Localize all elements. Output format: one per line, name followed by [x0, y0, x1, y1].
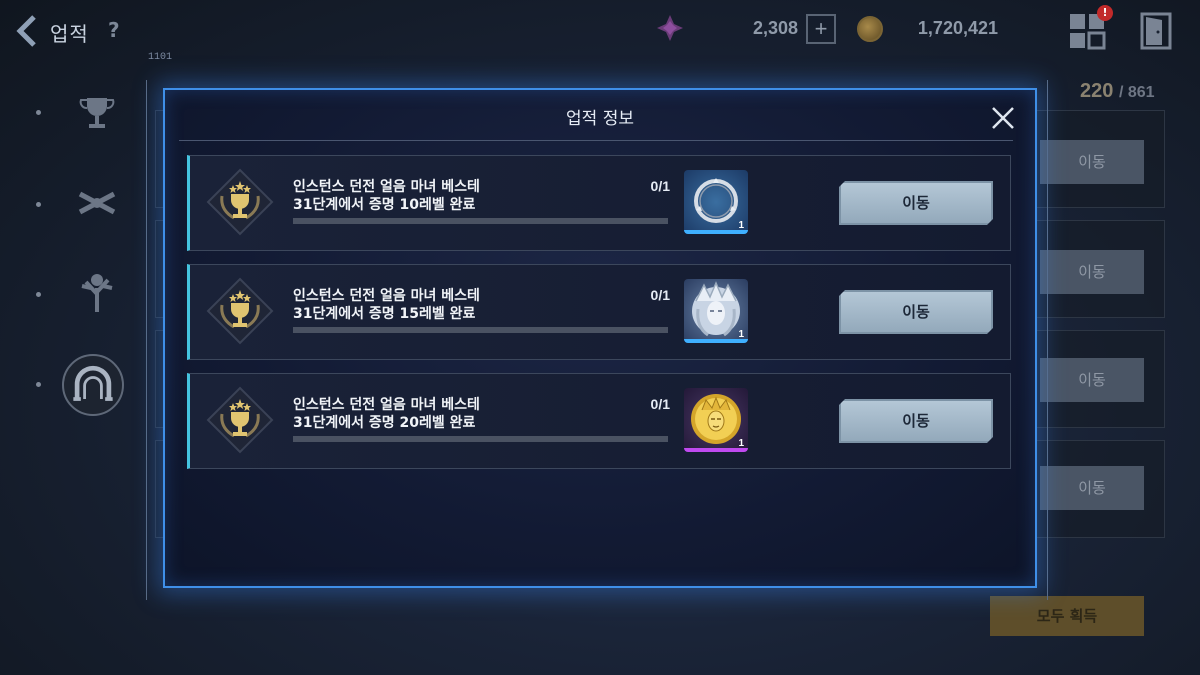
achievement-condition-line: 31단계에서 증명 20레벨 완료: [293, 415, 476, 431]
close-button[interactable]: [989, 104, 1017, 132]
achievement-condition-line: 31단계에서 증명 10레벨 완료: [293, 197, 476, 213]
add-gem-button[interactable]: +: [806, 14, 836, 44]
bg-move-button[interactable]: 이동: [1040, 466, 1144, 510]
top-bar: 업적 ? 2,308 + 1,720,421 !: [0, 0, 1200, 62]
diamond-gem-icon: [656, 14, 684, 42]
tab-tree[interactable]: [74, 270, 120, 316]
achievement-info-modal: 업적 정보 인스턴스 던전 얼음 마녀 베스테 31단계에서 증명 10레벨 완…: [163, 88, 1037, 588]
door-exit-icon: [1140, 12, 1172, 50]
achievement-title-line: 인스턴스 던전 얼음 마녀 베스테: [293, 179, 480, 195]
move-button[interactable]: 이동: [839, 181, 993, 225]
chevron-left-icon: [16, 15, 36, 47]
bg-move-button[interactable]: 이동: [1040, 250, 1144, 294]
achievement-description: 인스턴스 던전 얼음 마녀 베스테 31단계에서 증명 20레벨 완료: [293, 396, 480, 432]
achievement-title-line: 인스턴스 던전 얼음 마녀 베스테: [293, 397, 480, 413]
reward-quantity: 1: [738, 438, 744, 449]
tab-dot: [36, 292, 41, 297]
trophy-emblem-icon: [206, 386, 274, 454]
gem-count: 2,308: [752, 18, 798, 38]
move-button[interactable]: 이동: [839, 399, 993, 443]
close-icon: [992, 107, 1014, 129]
bg-move-button[interactable]: 이동: [1040, 358, 1144, 402]
tab-dungeon[interactable]: [62, 354, 124, 416]
back-button[interactable]: [12, 14, 42, 48]
achievement-current-count: 220: [1080, 80, 1114, 102]
tab-swords[interactable]: [74, 180, 120, 226]
achievement-total-count: 220 / 861: [1080, 80, 1155, 103]
progress-count: 0/1: [650, 396, 670, 412]
help-button[interactable]: ?: [108, 18, 120, 42]
tab-dot: [36, 382, 41, 387]
progress-bar: [293, 436, 668, 442]
progress-count: 0/1: [650, 178, 670, 194]
trophy-emblem-icon: [206, 277, 274, 345]
claim-all-button[interactable]: 모두 획득: [990, 596, 1144, 636]
bg-move-button[interactable]: 이동: [1040, 140, 1144, 184]
move-button[interactable]: 이동: [839, 290, 993, 334]
reward-quantity: 1: [738, 329, 744, 340]
notification-badge: !: [1097, 5, 1113, 21]
reward-slot[interactable]: 1: [684, 170, 748, 234]
reward-slot[interactable]: 1: [684, 388, 748, 452]
reward-slot[interactable]: 1: [684, 279, 748, 343]
tree-icon: [81, 274, 113, 312]
trophy-emblem-icon: [206, 168, 274, 236]
tab-trophy[interactable]: [74, 90, 120, 136]
gold-count: 1,720,421: [917, 18, 998, 38]
achievement-description: 인스턴스 던전 얼음 마녀 베스테 31단계에서 증명 10레벨 완료: [293, 178, 480, 214]
achievement-title-line: 인스턴스 던전 얼음 마녀 베스테: [293, 288, 480, 304]
achievement-condition-line: 31단계에서 증명 15레벨 완료: [293, 306, 476, 322]
progress-bar: [293, 218, 668, 224]
divider: [179, 140, 1013, 141]
trophy-icon: [79, 98, 115, 128]
achievement-row: 인스턴스 던전 얼음 마녀 베스테 31단계에서 증명 15레벨 완료 0/1 …: [187, 264, 1011, 360]
gate-arch-icon: [73, 365, 113, 401]
section-label: 1101: [148, 52, 173, 63]
crossed-swords-icon: [78, 191, 116, 215]
achievement-total: / 861: [1118, 84, 1155, 101]
achievement-row: 인스턴스 던전 얼음 마녀 베스테 31단계에서 증명 10레벨 완료 0/1 …: [187, 155, 1011, 251]
tab-dot: [36, 202, 41, 207]
tab-dot: [36, 110, 41, 115]
achievement-description: 인스턴스 던전 얼음 마녀 베스테 31단계에서 증명 15레벨 완료: [293, 287, 480, 323]
exit-button[interactable]: [1140, 12, 1172, 50]
gold-coin-icon: [857, 16, 883, 42]
reward-quantity: 1: [738, 220, 744, 231]
page-title: 업적: [50, 22, 89, 46]
achievement-category-tabs: [30, 70, 140, 430]
modal-title: 업적 정보: [566, 109, 634, 129]
achievement-row: 인스턴스 던전 얼음 마녀 베스테 31단계에서 증명 20레벨 완료 0/1 …: [187, 373, 1011, 469]
progress-count: 0/1: [650, 287, 670, 303]
progress-bar: [293, 327, 668, 333]
